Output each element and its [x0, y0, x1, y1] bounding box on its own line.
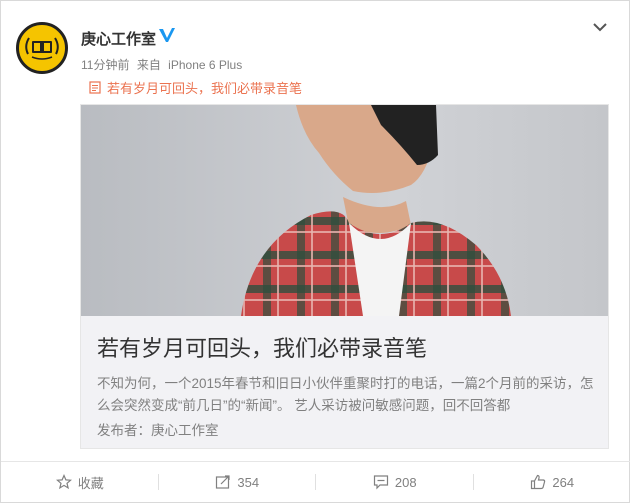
repost-button[interactable]: 354 [159, 462, 316, 502]
article-card[interactable]: 若有岁月可回头，我们必带录音笔 不知为何，一个2015年春节和旧日小伙伴重聚时打… [80, 104, 609, 449]
post-time[interactable]: 11分钟前 [81, 58, 129, 72]
chevron-down-icon[interactable] [592, 21, 608, 33]
avatar[interactable] [16, 22, 68, 74]
verified-badge-icon [159, 28, 175, 42]
article-description: 不知为何，一个2015年春节和旧日小伙伴重聚时打的电话，一篇2个月前的采访，怎么… [97, 376, 594, 413]
like-count: 264 [552, 474, 575, 490]
favorite-button[interactable]: 收藏 [1, 462, 159, 502]
comment-count: 208 [394, 474, 417, 490]
post-source[interactable]: iPhone 6 Plus [168, 58, 242, 72]
document-icon [89, 81, 101, 94]
star-icon [55, 474, 72, 490]
studio-logo-icon [25, 37, 59, 60]
like-button[interactable]: 264 [474, 462, 630, 502]
repost-count: 354 [237, 474, 260, 490]
weibo-post-card: 庚心工作室 11分钟前 来自 iPhone 6 Plus 若有岁月可回头，我们必… [0, 0, 630, 503]
thumbs-up-icon [531, 474, 546, 490]
article-title[interactable]: 若有岁月可回头，我们必带录音笔 [97, 331, 427, 363]
repost-icon [216, 475, 230, 489]
comment-icon [373, 475, 388, 490]
comment-button[interactable]: 208 [316, 462, 474, 502]
author-name[interactable]: 庚心工作室 [81, 28, 156, 49]
article-publisher: 发布者：庚心工作室 [97, 423, 219, 438]
article-link[interactable]: 若有岁月可回头，我们必带录音笔 [89, 78, 302, 97]
action-bar: 收藏 354 208 264 [1, 462, 630, 502]
article-cover-image [81, 105, 608, 316]
article-link-text[interactable]: 若有岁月可回头，我们必带录音笔 [107, 78, 302, 97]
favorite-label: 收藏 [77, 475, 104, 491]
post-meta: 11分钟前 来自 iPhone 6 Plus [81, 56, 246, 73]
post-via: 来自 [136, 58, 161, 72]
